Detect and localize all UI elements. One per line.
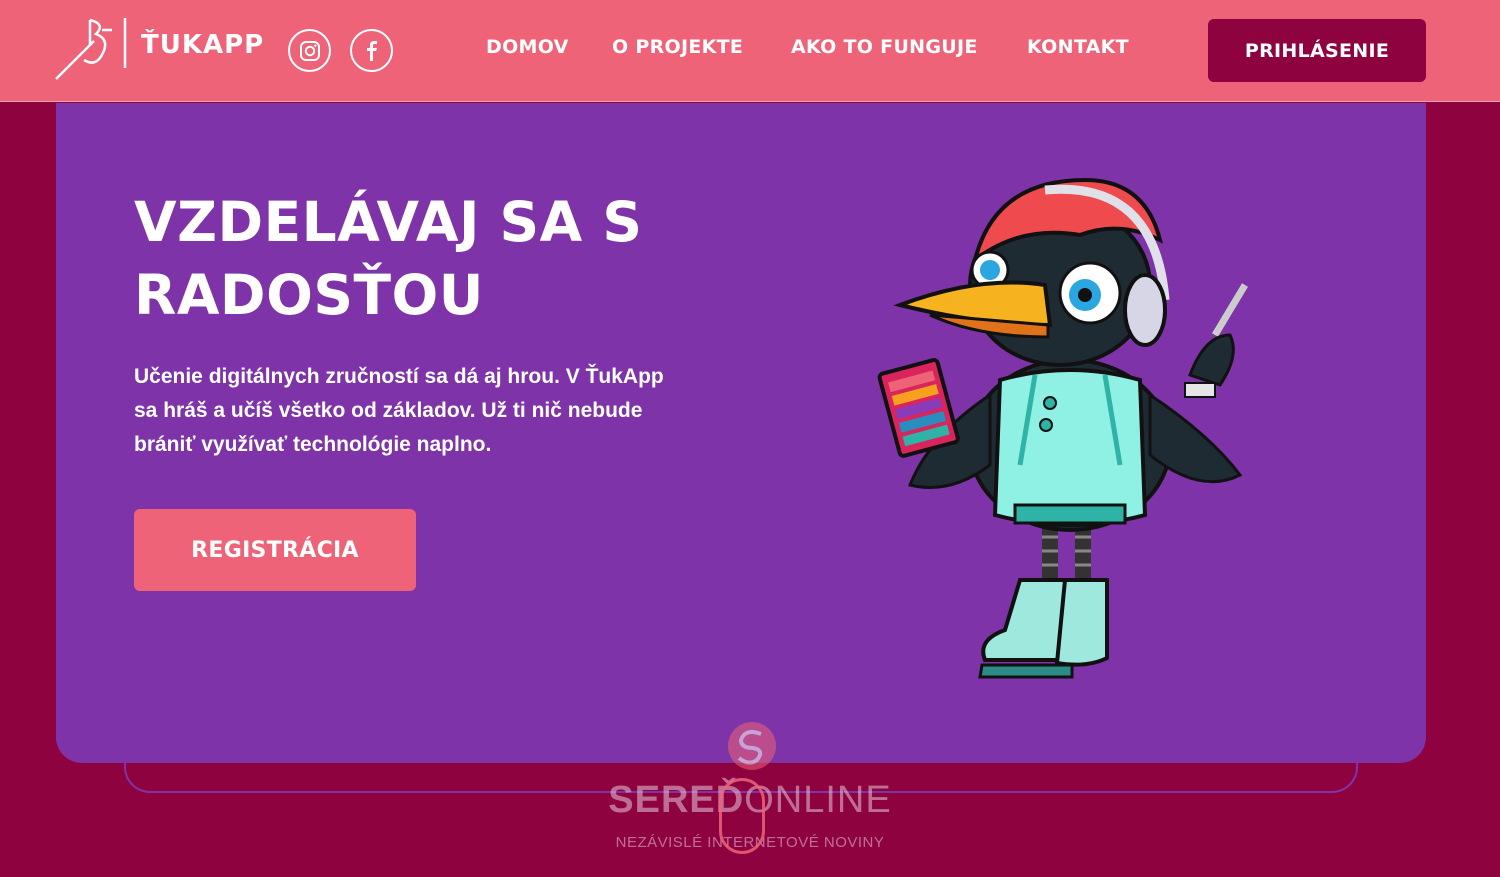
facebook-link[interactable] [350,29,393,72]
register-button[interactable]: REGISTRÁCIA [134,509,416,591]
tukapp-logo-icon[interactable] [54,16,130,82]
hero-description: Učenie digitálnych zručností sa dá aj hr… [134,365,664,456]
brand-name[interactable]: ŤUKAPP [141,30,264,60]
nav-ako-to-funguje[interactable]: AKO TO FUNGUJE [791,36,978,58]
instagram-link[interactable] [288,29,331,72]
scroll-indicator-icon[interactable] [719,778,765,854]
facebook-icon [366,40,377,61]
hero-title: VZDELÁVAJ SA S RADOSŤOU [134,190,643,327]
nav-o-projekte[interactable]: O PROJEKTE [612,36,743,58]
nav-domov[interactable]: DOMOV [486,36,569,58]
site-header: ŤUKAPP DOMOV O PROJEKTE AKO TO FUNGUJE K… [0,0,1500,102]
instagram-icon [299,40,320,61]
seredonline-logo-icon [728,722,776,770]
login-button[interactable]: PRIHLÁSENIE [1208,19,1426,82]
nav-kontakt[interactable]: KONTAKT [1027,36,1129,58]
woodpecker-mascot-icon [877,177,1249,679]
